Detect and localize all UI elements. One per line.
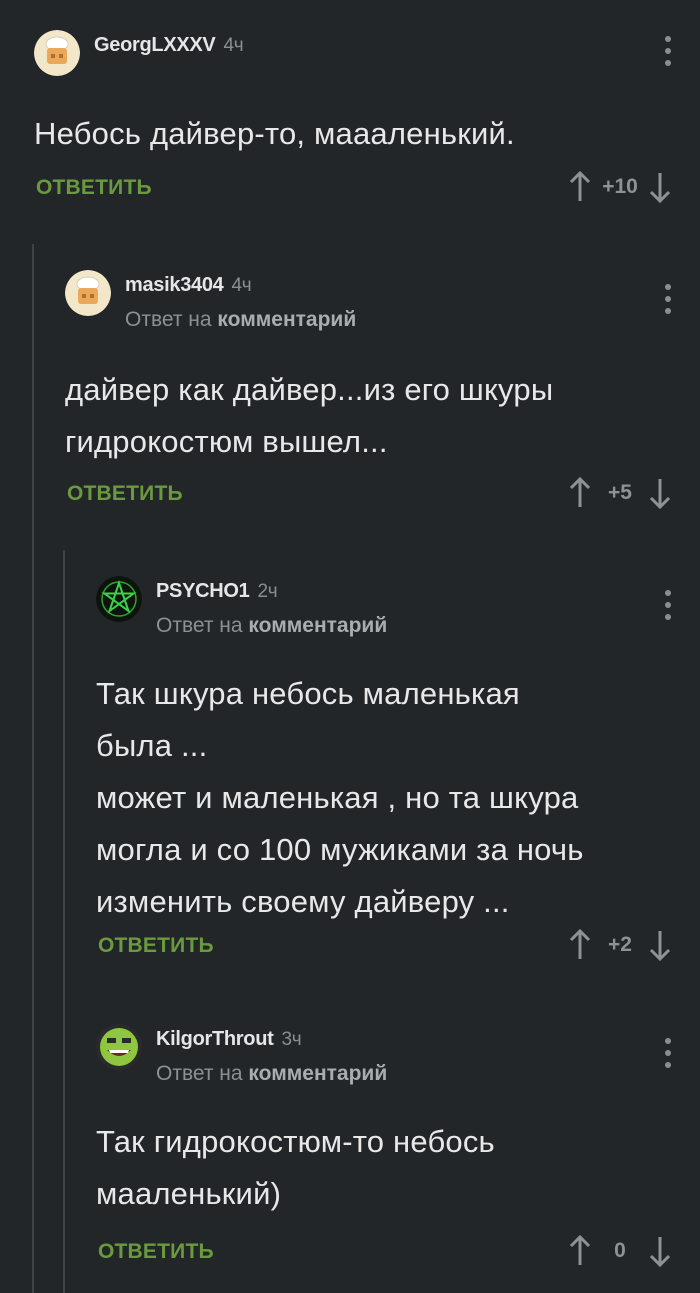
more-menu-icon[interactable] [664,590,672,620]
reply-to-label: Ответ на комментарий [156,614,387,638]
username-text[interactable]: KilgorThrout [156,1028,274,1050]
username[interactable]: masik3404 4ч [125,274,252,297]
vote-controls: +5 [568,476,672,510]
comment-header: GeorgLXXXV 4ч [34,28,700,88]
username[interactable]: PSYCHO1 2ч [156,580,278,603]
chef-avatar[interactable] [34,30,80,76]
username-text[interactable]: PSYCHO1 [156,580,250,602]
comment: GeorgLXXXV 4ч Небось дайвер-то, маааленьк… [34,28,700,228]
comment-header: PSYCHO1 2ч Ответ на комментарий [96,574,700,637]
downvote-arrow-icon[interactable] [648,170,672,204]
reply-to-prefix: Ответ на [125,308,218,331]
reply-button[interactable]: ОТВЕТИТЬ [67,482,183,506]
reply-button[interactable]: ОТВЕТИТЬ [36,176,152,200]
vote-controls: +2 [568,928,672,962]
score: +5 [608,481,632,504]
upvote-arrow-icon[interactable] [568,476,592,510]
comment-header: KilgorThrout 3ч Ответ на комментарий [96,1022,700,1085]
comment: PSYCHO1 2ч Ответ на комментарий Так шкура… [96,574,700,984]
reply-to-link[interactable]: комментарий [248,614,387,637]
comment-text: дайвер как дайвер...из его шкуры гидроко… [65,372,554,459]
more-menu-icon[interactable] [664,36,672,66]
pentagram-avatar[interactable] [96,576,142,622]
timestamp: 4ч [231,275,252,296]
score: +10 [602,175,638,198]
upvote-arrow-icon[interactable] [568,170,592,204]
upvote-arrow-icon[interactable] [568,1234,592,1268]
more-menu-icon[interactable] [664,284,672,314]
score: +2 [608,933,632,956]
timestamp: 3ч [281,1029,302,1050]
downvote-arrow-icon[interactable] [648,1234,672,1268]
reply-button[interactable]: ОТВЕТИТЬ [98,934,214,958]
reply-to-label: Ответ на комментарий [156,1062,387,1086]
username-text[interactable]: GeorgLXXXV [94,34,216,56]
more-menu-icon[interactable] [664,1038,672,1068]
username[interactable]: KilgorThrout 3ч [156,1028,302,1051]
thread-line-level-2 [63,550,65,1293]
username[interactable]: GeorgLXXXV 4ч [94,34,244,57]
reply-to-link[interactable]: комментарий [248,1062,387,1085]
comment: KilgorThrout 3ч Ответ на комментарий Так … [96,1022,700,1293]
vote-controls: +10 [568,170,672,204]
upvote-arrow-icon[interactable] [568,928,592,962]
timestamp: 2ч [257,581,278,602]
comment-text: Так гидрокостюм-то небось мааленький) [96,1124,495,1211]
timestamp: 4ч [223,35,244,56]
reply-to-prefix: Ответ на [156,1062,249,1085]
comment-header: masik3404 4ч Ответ на комментарий [65,268,700,331]
comment-text: Так шкура небось маленькая была ... може… [96,676,584,919]
reply-to-link[interactable]: комментарий [217,308,356,331]
reply-to-prefix: Ответ на [156,614,249,637]
comment-text: Небось дайвер-то, маааленький. [34,116,515,151]
vote-controls: 0 [568,1234,672,1268]
chef-avatar[interactable] [65,270,111,316]
downvote-arrow-icon[interactable] [648,928,672,962]
thread-line-level-1 [32,244,34,1293]
reply-to-label: Ответ на комментарий [125,308,356,332]
username-text[interactable]: masik3404 [125,274,224,296]
downvote-arrow-icon[interactable] [648,476,672,510]
comment: masik3404 4ч Ответ на комментарий дайвер … [65,268,700,518]
smiley-avatar[interactable] [96,1024,142,1070]
score: 0 [614,1239,626,1262]
reply-button[interactable]: ОТВЕТИТЬ [98,1240,214,1264]
